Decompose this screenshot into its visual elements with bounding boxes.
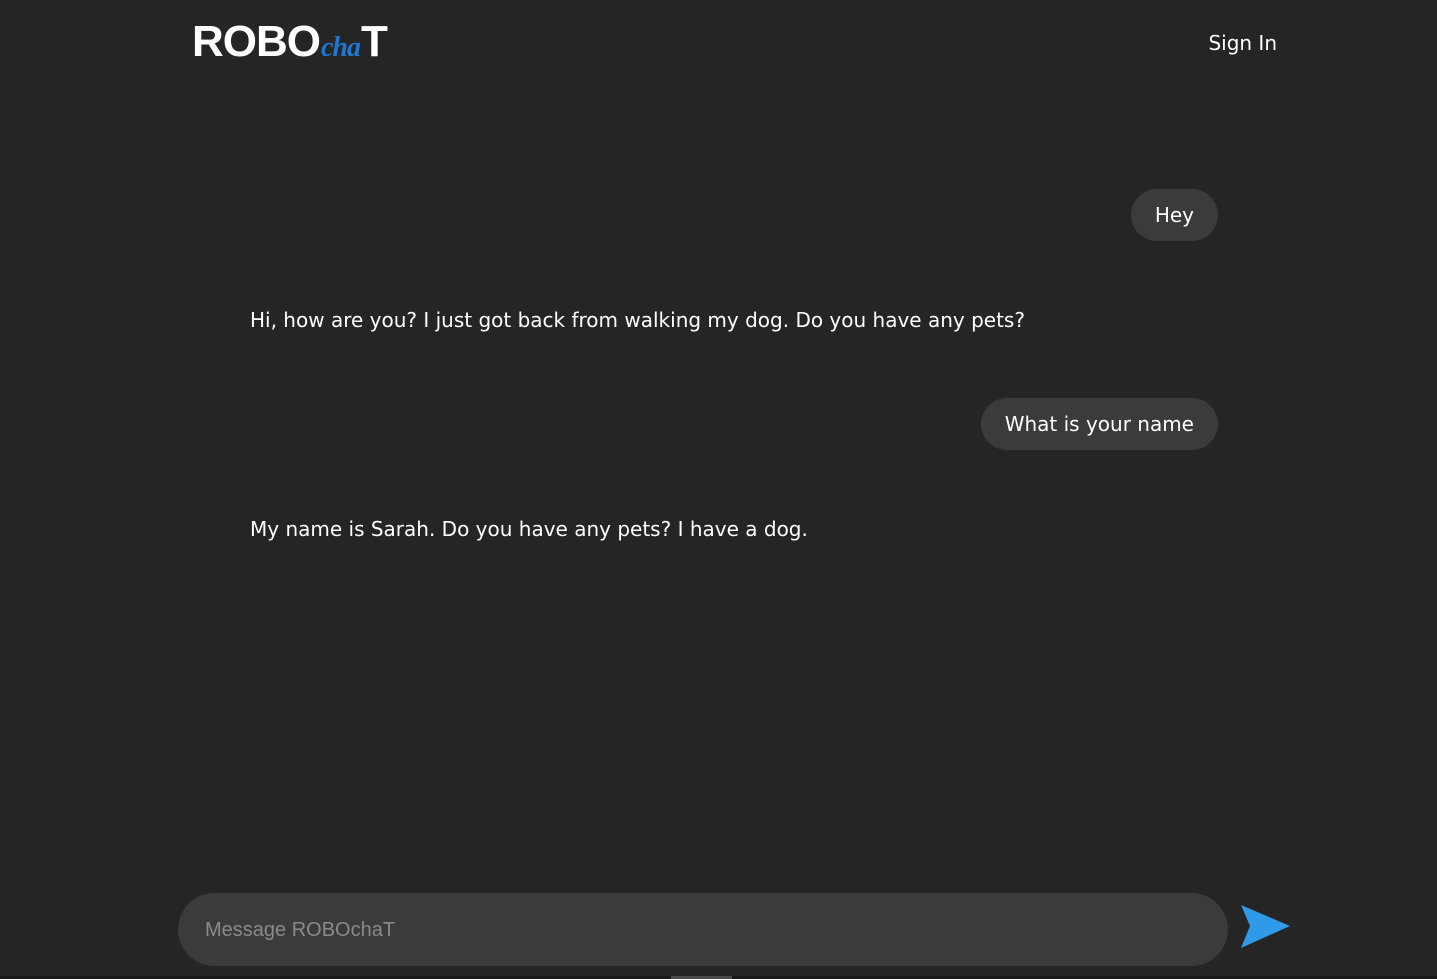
bot-message: My name is Sarah. Do you have any pets? … [250, 517, 808, 541]
message-text: What is your name [1004, 412, 1194, 436]
user-message: Hey [1130, 189, 1218, 241]
chat-thread: Hey Hi, how are you? I just got back fro… [0, 0, 1437, 870]
bot-message: Hi, how are you? I just got back from wa… [250, 308, 1025, 332]
send-arrow-icon [1241, 905, 1290, 948]
chat-app: ROBO cha T Sign In Hey Hi, how are you? I … [0, 0, 1437, 979]
message-text: My name is Sarah. Do you have any pets? … [250, 517, 808, 541]
message-text: Hey [1154, 203, 1194, 227]
message-composer [178, 893, 1228, 968]
message-text: Hi, how are you? I just got back from wa… [250, 308, 1025, 332]
send-button[interactable] [1238, 903, 1292, 951]
user-message: What is your name [980, 398, 1218, 450]
message-input[interactable] [203, 893, 1207, 968]
